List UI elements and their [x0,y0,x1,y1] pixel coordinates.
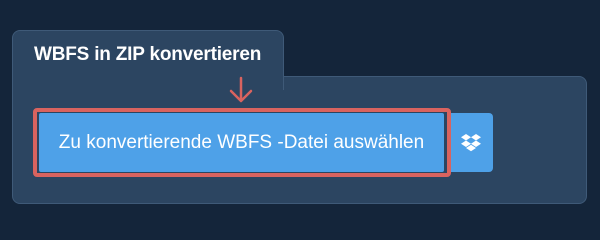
arrow-down-icon [229,76,253,103]
select-file-button[interactable]: Zu konvertierende WBFS -Datei auswählen [39,113,444,172]
panel-title: WBFS in ZIP konvertieren [34,44,262,65]
converter-stage: WBFS in ZIP konvertieren Zu konvertieren… [0,0,600,230]
dropbox-icon [460,133,481,151]
dropbox-button[interactable] [448,113,493,172]
select-file-button-label: Zu konvertierende WBFS -Datei auswählen [58,131,425,153]
